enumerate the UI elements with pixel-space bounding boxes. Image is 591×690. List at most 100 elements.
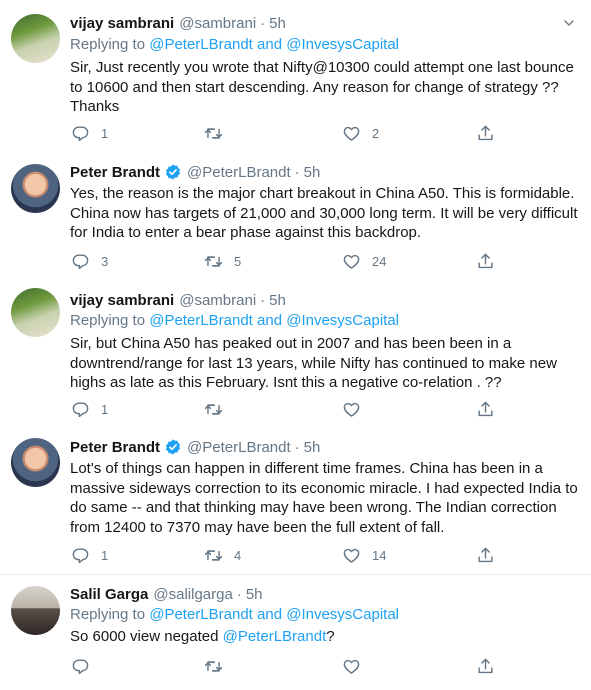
reply-icon [71,252,90,271]
reply-count: 1 [101,547,109,563]
tweet-actions: 1 2 [70,123,510,143]
replying-to-and[interactable]: and [253,312,286,329]
replying-to: Replying to @PeterLBrandt and @InvesysCa… [70,312,399,332]
reply-button[interactable]: 3 [71,251,108,271]
reply-count: 3 [101,253,109,269]
tweet[interactable]: Peter Brandt @PeterLBrandt · 5h Lot's of… [0,430,591,575]
tweet-header: Salil Garga @salilgarga · 5h [70,584,263,604]
mention-link[interactable]: @PeterLBrandt [149,36,253,53]
reply-count: 1 [101,125,109,141]
tweet-actions: 1 [70,399,510,419]
tweet-text: Sir, Just recently you wrote that Nifty@… [70,59,574,115]
retweet-icon [204,546,223,565]
like-button[interactable] [342,656,372,676]
retweet-button[interactable]: 4 [204,545,241,565]
retweet-button[interactable]: 5 [204,251,241,271]
timestamp[interactable]: 5h [269,15,286,32]
avatar[interactable] [11,288,60,337]
separator-dot: · [260,291,266,309]
tweet-header: Peter Brandt @PeterLBrandt · 5h [70,162,320,182]
reply-button[interactable]: 1 [71,399,108,419]
tweet-header: vijay sambrani @sambrani · 5h [70,290,286,310]
timestamp[interactable]: 5h [304,164,321,181]
mention-link[interactable]: @PeterLBrandt [223,628,327,645]
chevron-down-icon[interactable] [561,15,577,31]
mention-link[interactable]: @PeterLBrandt [149,312,253,329]
reply-count: 1 [101,401,109,417]
heart-icon [342,400,361,419]
like-count: 2 [372,125,380,141]
display-name[interactable]: Peter Brandt [70,439,160,456]
mention-link[interactable]: @PeterLBrandt [149,606,253,623]
user-handle[interactable]: @sambrani [179,15,256,32]
tweet[interactable]: vijay sambrani @sambrani · 5h Replying t… [0,0,591,154]
tweet-header: vijay sambrani @sambrani · 5h [70,13,286,33]
replying-to: Replying to @PeterLBrandt and @InvesysCa… [70,36,399,56]
mention-link[interactable]: @InvesysCapital [286,606,399,623]
heart-icon [342,124,361,143]
reply-button[interactable] [71,656,101,676]
share-button[interactable] [476,656,495,676]
tweet-actions: 1 4 14 [70,545,510,565]
retweet-icon [204,124,223,143]
tweet-text: So 6000 view negated @PeterLBrandt? [70,627,582,647]
reply-icon [71,400,90,419]
retweet-button[interactable] [204,399,234,419]
share-icon [476,252,495,271]
timestamp[interactable]: 5h [304,439,321,456]
share-button[interactable] [476,251,495,271]
user-handle[interactable]: @salilgarga [153,586,232,603]
retweet-button[interactable] [204,123,234,143]
retweet-icon [204,657,223,676]
mention-link[interactable]: @InvesysCapital [286,36,399,53]
share-icon [476,657,495,676]
like-count: 14 [372,547,387,563]
share-button[interactable] [476,123,495,143]
share-icon [476,400,495,419]
verified-badge-icon [164,163,182,181]
heart-icon [342,252,361,271]
avatar[interactable] [11,14,60,63]
replying-to: Replying to @PeterLBrandt and @InvesysCa… [70,606,399,626]
timestamp[interactable]: 5h [246,586,263,603]
avatar[interactable] [11,438,60,487]
tweet-text: Yes, the reason is the major chart break… [70,185,578,241]
tweet-text: Lot's of things can happen in different … [70,460,578,536]
display-name[interactable]: vijay sambrani [70,292,174,309]
display-name[interactable]: Peter Brandt [70,164,160,181]
separator-dot: · [294,438,300,456]
tweet[interactable]: vijay sambrani @sambrani · 5h Replying t… [0,282,591,430]
tweet-actions: 3 5 24 [70,251,510,271]
retweet-count: 4 [234,547,242,563]
tweet-text-part: So 6000 view negated [70,628,223,645]
heart-icon [342,546,361,565]
heart-icon [342,657,361,676]
user-handle[interactable]: @PeterLBrandt [187,164,291,181]
retweet-button[interactable] [204,656,234,676]
timestamp[interactable]: 5h [269,292,286,309]
tweet[interactable]: Salil Garga @salilgarga · 5h Replying to… [0,576,591,690]
share-button[interactable] [476,545,495,565]
tweet-header: Peter Brandt @PeterLBrandt · 5h [70,437,320,457]
tweet-actions [70,656,510,676]
tweet[interactable]: Peter Brandt @PeterLBrandt · 5h Yes, the… [0,154,591,282]
replying-to-and[interactable]: and [253,36,286,53]
avatar[interactable] [11,586,60,635]
reply-button[interactable]: 1 [71,123,108,143]
like-button[interactable]: 24 [342,251,386,271]
reply-button[interactable]: 1 [71,545,108,565]
share-button[interactable] [476,399,495,419]
like-button[interactable]: 14 [342,545,386,565]
share-icon [476,124,495,143]
mention-link[interactable]: @InvesysCapital [286,312,399,329]
display-name[interactable]: vijay sambrani [70,15,174,32]
share-icon [476,546,495,565]
display-name[interactable]: Salil Garga [70,586,148,603]
user-handle[interactable]: @sambrani [179,292,256,309]
replying-to-and[interactable]: and [253,606,286,623]
like-button[interactable] [342,399,372,419]
like-button[interactable]: 2 [342,123,379,143]
avatar[interactable] [11,164,60,213]
retweet-icon [204,252,223,271]
user-handle[interactable]: @PeterLBrandt [187,439,291,456]
